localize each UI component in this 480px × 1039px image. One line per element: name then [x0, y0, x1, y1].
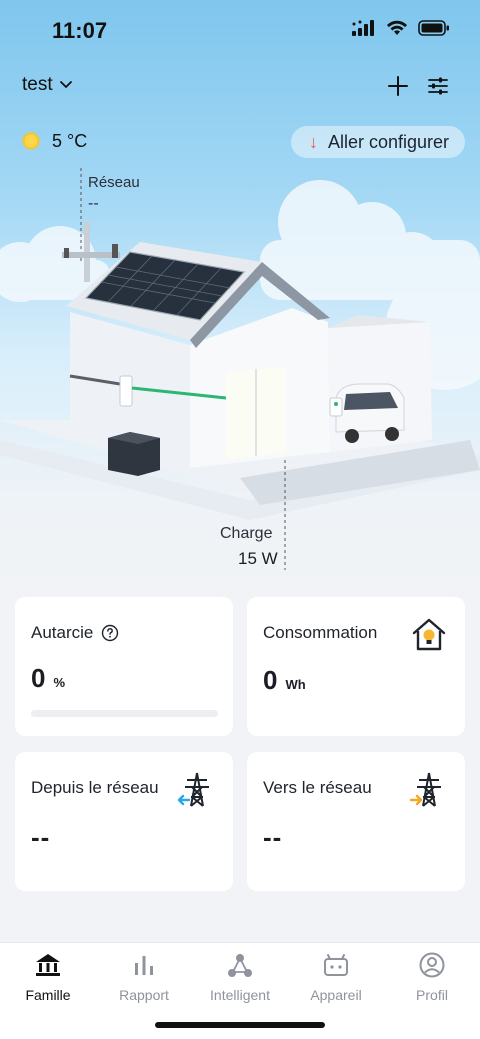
autarky-value: 0: [31, 663, 46, 693]
tab-label-appareil: Appareil: [310, 987, 362, 1003]
house-illustration: [0, 168, 480, 570]
hero-section: 11:07 test 5 °C ↓ Aller configurer Résea…: [0, 0, 480, 590]
consumption-value: 0: [263, 665, 278, 695]
autarky-unit: %: [53, 675, 66, 690]
from-grid-value: --: [31, 822, 51, 852]
add-button[interactable]: [384, 72, 412, 100]
weather-widget: 5 °C: [20, 130, 87, 152]
signal-icon: [352, 20, 374, 36]
sun-icon: [22, 132, 40, 150]
tab-intelligent[interactable]: Intelligent: [192, 951, 288, 1003]
chevron-down-icon: [59, 81, 72, 88]
plus-icon: [388, 76, 408, 96]
to-grid-value: --: [263, 822, 283, 852]
nodes-icon: [228, 954, 252, 977]
tab-famille[interactable]: Famille: [0, 951, 96, 1003]
arrow-down-icon: ↓: [308, 131, 318, 152]
house-bulb-icon: [412, 618, 446, 651]
tab-label-profil: Profil: [416, 987, 448, 1003]
settings-button[interactable]: [424, 72, 452, 100]
device-icon: [324, 954, 348, 976]
status-time: 11:07: [52, 18, 108, 43]
temperature: 5 °C: [52, 130, 88, 151]
tab-appareil[interactable]: Appareil: [288, 951, 384, 1003]
grid-label: Réseau: [88, 174, 140, 191]
autarky-card[interactable]: Autarcie 0%: [15, 597, 233, 736]
from-grid-card[interactable]: Depuis le réseau --: [15, 752, 233, 891]
pylon-export-icon: [409, 772, 441, 807]
tab-profil[interactable]: Profil: [384, 951, 480, 1003]
autarky-title: Autarcie: [31, 623, 94, 642]
consumption-unit: Wh: [285, 677, 306, 692]
to-grid-title: Vers le réseau: [263, 778, 372, 797]
tab-rapport[interactable]: Rapport: [96, 951, 192, 1003]
home-indicator: [155, 1022, 325, 1028]
status-bar: 11:07: [0, 0, 480, 62]
consumption-title: Consommation: [263, 623, 378, 642]
consumption-card[interactable]: Consommation 0 Wh: [247, 597, 465, 736]
autarky-value-row: 0%: [31, 663, 65, 694]
battery-icon: [418, 20, 449, 36]
tab-label-famille: Famille: [25, 987, 71, 1003]
sliders-icon: [428, 77, 448, 95]
tab-label-intelligent: Intelligent: [210, 987, 270, 1003]
from-grid-title: Depuis le réseau: [31, 778, 159, 797]
charge-value: 15 W: [238, 549, 278, 568]
pylon-import-icon: [177, 772, 209, 807]
home-selector[interactable]: test: [22, 74, 73, 96]
wifi-icon: [387, 20, 407, 35]
to-grid-card[interactable]: Vers le réseau --: [247, 752, 465, 891]
tab-label-rapport: Rapport: [119, 987, 169, 1003]
top-header: test: [0, 68, 480, 104]
user-circle-icon: [419, 952, 445, 978]
grid-value: --: [88, 195, 99, 212]
autarky-progress: [31, 710, 218, 717]
status-icons: [352, 20, 450, 36]
question-circle-icon[interactable]: [101, 624, 119, 642]
consumption-value-row: 0 Wh: [263, 665, 306, 696]
home-bank-icon: [36, 954, 60, 976]
bar-chart-icon: [135, 956, 153, 975]
charge-label: Charge: [220, 525, 273, 542]
configure-label: Aller configurer: [327, 131, 449, 152]
configure-button[interactable]: ↓ Aller configurer: [290, 126, 465, 158]
autarky-title-row: Autarcie: [31, 623, 119, 643]
home-name: test: [22, 74, 53, 95]
